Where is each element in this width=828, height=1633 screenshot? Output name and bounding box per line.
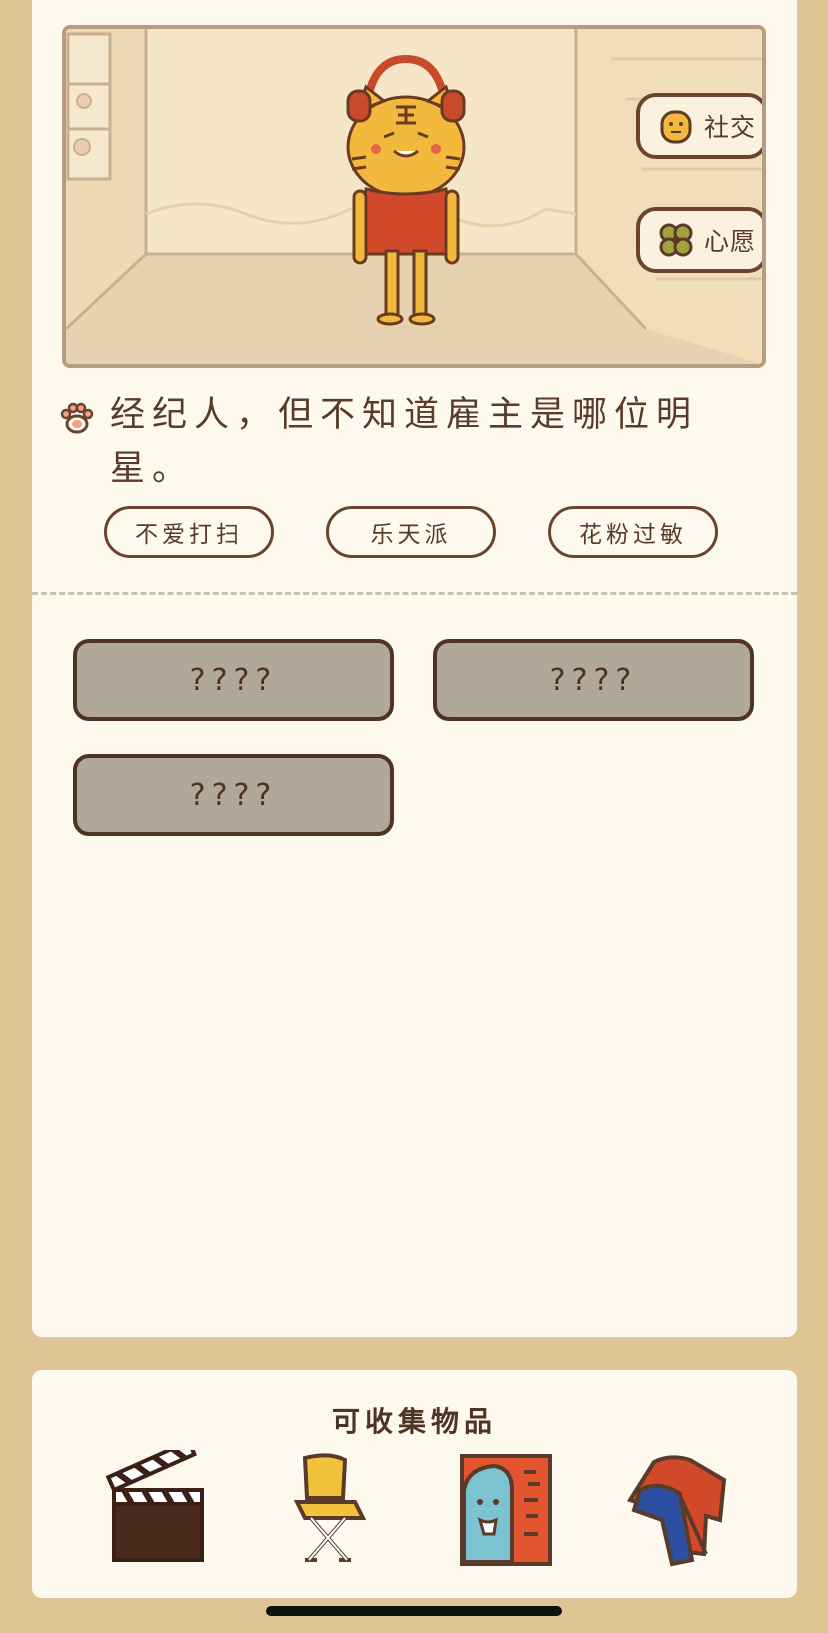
character-icon [656, 106, 696, 146]
room-illustration [66, 29, 762, 364]
description-text: 经纪人，但不知道雇主是哪位明星。 [110, 395, 699, 489]
social-label: 社交 [704, 113, 757, 142]
dashed-divider [32, 592, 797, 595]
collectibles-card: 可收集物品 [32, 1370, 797, 1598]
paw-icon [58, 399, 96, 437]
locked-slot[interactable]: ???? [433, 639, 754, 721]
collectibles-list [32, 1438, 797, 1580]
locked-slot[interactable]: ???? [73, 639, 394, 721]
trait-tag: 不爱打扫 [104, 506, 274, 558]
clapperboard-icon[interactable] [102, 1438, 222, 1580]
trait-tag: 乐天派 [326, 506, 496, 558]
folding-chair-icon[interactable] [275, 1450, 395, 1580]
clover-icon [656, 220, 696, 260]
collectibles-title: 可收集物品 [331, 1405, 497, 1438]
home-indicator[interactable] [266, 1606, 562, 1616]
character-scene: 社交 心愿 [62, 25, 766, 368]
locked-slot[interactable]: ???? [73, 754, 394, 836]
trait-tag: 花粉过敏 [548, 506, 718, 558]
wish-label: 心愿 [704, 227, 757, 256]
social-button[interactable]: 社交 [636, 93, 762, 159]
poster-icon[interactable] [450, 1450, 570, 1580]
trait-tags: 不爱打扫 乐天派 花粉过敏 [32, 506, 797, 558]
character-description: 经纪人，但不知道雇主是哪位明星。 [58, 388, 758, 496]
jacket-icon[interactable] [620, 1450, 740, 1580]
wish-button[interactable]: 心愿 [636, 207, 762, 273]
profile-card: 社交 心愿 经纪人，但不知道雇主是哪位明星。 不爱打扫 乐天派 花粉过敏 ???… [32, 0, 797, 1337]
